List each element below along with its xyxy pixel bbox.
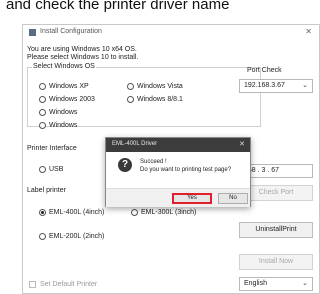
radio-indicator [39,233,46,240]
os-detected-text: You are using Windows 10 x64 OS. [27,46,137,53]
uninstall-printer-button[interactable]: UninstallPrint [239,222,313,238]
radio-eml-200l[interactable]: EML-200L (2inch) [39,233,104,240]
select-os-group-label: Select Windows OS [32,63,96,70]
install-configuration-window: Install Configuration ✕ You are using Wi… [22,24,320,294]
install-now-button[interactable]: Install Now [239,254,313,270]
radio-label: USB [49,166,64,173]
radio-windows-7[interactable]: Windows [39,109,77,116]
dialog-message-title: Succeed ! [140,159,167,165]
set-default-printer-label: Set Default Printer [40,281,98,288]
radio-windows-xp[interactable]: Windows XP [39,83,89,90]
chevron-down-icon: ⌄ [302,82,308,89]
printer-interface-label: Printer Interface [27,145,77,152]
radio-windows-8[interactable]: Windows 8/8.1 [127,96,183,103]
radio-label: EML-300L (3inch) [141,209,197,216]
language-dropdown[interactable]: English ⌄ [239,277,313,291]
radio-indicator [39,166,46,173]
radio-indicator [127,83,134,90]
radio-label: EML-200L (2inch) [49,233,105,240]
window-close-icon[interactable]: ✕ [305,27,312,36]
app-icon [29,29,36,36]
tutorial-caption: and check the printer driver name [6,0,230,13]
dialog-title: EML-400L Driver [112,141,158,147]
radio-eml-300l[interactable]: EML-300L (3inch) [131,209,196,216]
dialog-message-question: Do you want to printing test page? [140,167,232,173]
language-value: English [244,280,267,287]
radio-label: Windows [49,122,78,129]
radio-indicator [39,122,46,129]
radio-label: Windows 8/8.1 [137,96,183,103]
dialog-titlebar: EML-400L Driver ✕ [106,138,250,152]
radio-indicator-selected [39,209,46,216]
checkbox-indicator [29,281,36,288]
port-ip-value: 192.168.3.67 [244,82,285,89]
port-ip-dropdown[interactable]: 192.168.3.67 ⌄ [239,79,313,93]
radio-label: EML-400L (4inch) [49,209,105,216]
driver-success-dialog: EML-400L Driver ✕ ? Succeed ! Do you wan… [105,137,251,207]
radio-indicator [127,96,134,103]
radio-usb[interactable]: USB [39,166,63,173]
dialog-footer: Yes No [106,188,250,207]
radio-indicator [39,83,46,90]
radio-indicator [39,109,46,116]
set-default-printer-checkbox[interactable]: Set Default Printer [29,281,97,288]
window-titlebar: Install Configuration ✕ [23,25,319,41]
radio-windows-10[interactable]: Windows [39,122,77,129]
radio-windows-vista[interactable]: Windows Vista [127,83,183,90]
radio-label: Windows 2003 [49,96,95,103]
window-title: Install Configuration [40,28,102,35]
dialog-close-icon[interactable]: ✕ [239,140,245,148]
radio-indicator [39,96,46,103]
radio-label: Windows XP [49,83,89,90]
port-check-label: Port Check [247,67,282,74]
radio-eml-400l[interactable]: EML-400L (4inch) [39,209,104,216]
os-instruction-text: Please select Windows 10 to install. [27,54,139,61]
radio-label: Windows [49,109,78,116]
radio-indicator [131,209,138,216]
chevron-down-icon: ⌄ [302,280,308,287]
no-button[interactable]: No [218,193,248,204]
yes-button[interactable]: Yes [172,193,212,204]
label-printer-label: Label printer [27,187,66,194]
radio-windows-2003[interactable]: Windows 2003 [39,96,95,103]
question-icon: ? [118,158,132,172]
dialog-body: ? Succeed ! Do you want to printing test… [106,152,250,188]
radio-label: Windows Vista [137,83,183,90]
